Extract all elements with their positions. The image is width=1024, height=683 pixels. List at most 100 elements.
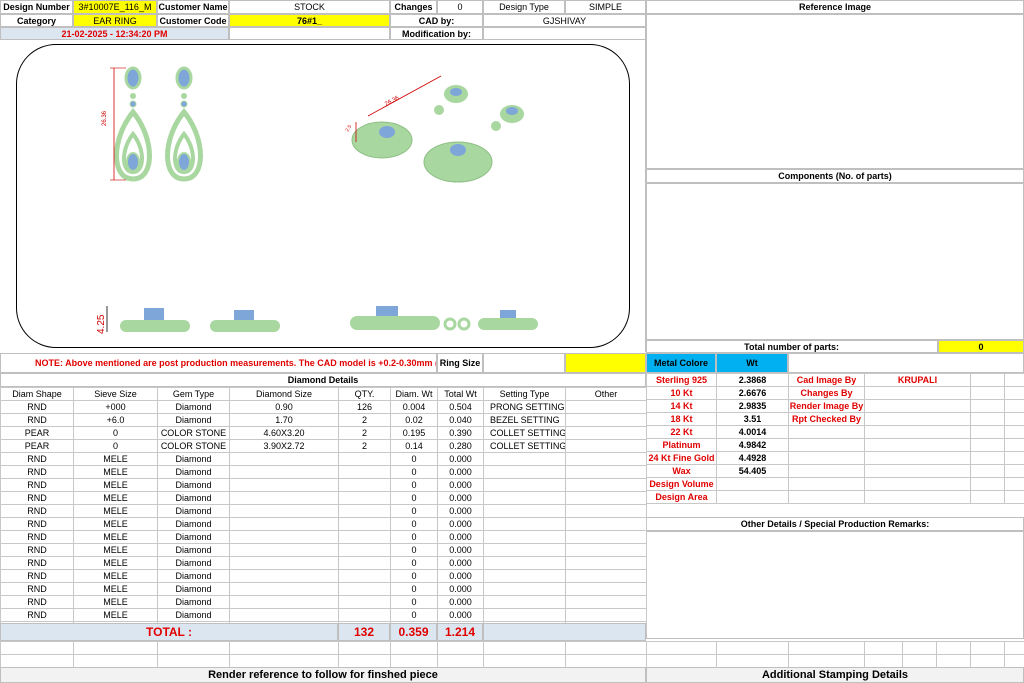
- diamond-cell[interactable]: MELE: [73, 595, 158, 609]
- diamond-cell[interactable]: 0.000: [437, 582, 484, 596]
- diamond-cell[interactable]: COLOR STONE: [157, 439, 230, 453]
- diamond-cell[interactable]: [338, 452, 391, 466]
- diamond-cell[interactable]: [483, 491, 566, 505]
- diamond-cell[interactable]: [229, 491, 339, 505]
- diamond-cell[interactable]: 0.040: [437, 413, 484, 427]
- category-value[interactable]: EAR RING: [73, 14, 157, 27]
- diamond-cell[interactable]: RND: [0, 452, 74, 466]
- diamond-cell[interactable]: [338, 608, 391, 622]
- diamond-cell[interactable]: Diamond: [157, 400, 230, 414]
- diamond-cell[interactable]: 0.000: [437, 530, 484, 544]
- diamond-cell[interactable]: 1.70: [229, 413, 339, 427]
- diamond-cell[interactable]: Diamond: [157, 517, 230, 531]
- diamond-cell[interactable]: 126: [338, 400, 391, 414]
- diamond-cell[interactable]: MELE: [73, 543, 158, 557]
- diamond-cell[interactable]: [565, 439, 647, 453]
- diamond-cell[interactable]: [483, 517, 566, 531]
- diamond-cell[interactable]: [565, 478, 647, 492]
- diamond-cell[interactable]: [229, 517, 339, 531]
- diamond-cell[interactable]: MELE: [73, 478, 158, 492]
- diamond-cell[interactable]: 0: [390, 491, 438, 505]
- diamond-cell[interactable]: [483, 504, 566, 518]
- diamond-cell[interactable]: Diamond: [157, 530, 230, 544]
- diamond-cell[interactable]: 0.004: [390, 400, 438, 414]
- diamond-cell[interactable]: 0: [390, 595, 438, 609]
- diamond-cell[interactable]: [565, 517, 647, 531]
- diamond-cell[interactable]: [565, 556, 647, 570]
- diamond-cell[interactable]: 0: [390, 556, 438, 570]
- diamond-cell[interactable]: MELE: [73, 530, 158, 544]
- diamond-cell[interactable]: 0: [390, 569, 438, 583]
- diamond-cell[interactable]: [565, 582, 647, 596]
- diamond-cell[interactable]: 2: [338, 426, 391, 440]
- diamond-cell[interactable]: RND: [0, 556, 74, 570]
- diamond-cell[interactable]: [483, 595, 566, 609]
- diamond-cell[interactable]: RND: [0, 400, 74, 414]
- diamond-cell[interactable]: 0: [390, 478, 438, 492]
- diamond-cell[interactable]: 0: [73, 426, 158, 440]
- customer-code-value[interactable]: 76#1_: [229, 14, 390, 27]
- diamond-cell[interactable]: Diamond: [157, 556, 230, 570]
- ring-size-value[interactable]: [483, 353, 565, 373]
- diamond-cell[interactable]: RND: [0, 517, 74, 531]
- diamond-cell[interactable]: 0.000: [437, 595, 484, 609]
- design-type-value[interactable]: SIMPLE: [565, 0, 646, 14]
- diamond-cell[interactable]: 0: [390, 452, 438, 466]
- diamond-cell[interactable]: MELE: [73, 491, 158, 505]
- diamond-cell[interactable]: RND: [0, 569, 74, 583]
- diamond-cell[interactable]: Diamond: [157, 608, 230, 622]
- diamond-cell[interactable]: RND: [0, 413, 74, 427]
- diamond-cell[interactable]: [229, 556, 339, 570]
- diamond-cell[interactable]: [338, 543, 391, 557]
- diamond-cell[interactable]: 0: [390, 582, 438, 596]
- diamond-cell[interactable]: RND: [0, 595, 74, 609]
- diamond-cell[interactable]: MELE: [73, 569, 158, 583]
- diamond-cell[interactable]: [229, 608, 339, 622]
- diamond-cell[interactable]: 0.000: [437, 465, 484, 479]
- diamond-cell[interactable]: [565, 569, 647, 583]
- diamond-cell[interactable]: 0: [390, 504, 438, 518]
- diamond-cell[interactable]: [229, 452, 339, 466]
- modification-by-value[interactable]: [483, 27, 646, 40]
- customer-name-value[interactable]: STOCK: [229, 0, 390, 14]
- diamond-cell[interactable]: 0.000: [437, 543, 484, 557]
- diamond-cell[interactable]: MELE: [73, 608, 158, 622]
- diamond-cell[interactable]: [565, 504, 647, 518]
- diamond-cell[interactable]: [483, 608, 566, 622]
- diamond-cell[interactable]: [483, 478, 566, 492]
- diamond-cell[interactable]: RND: [0, 608, 74, 622]
- diamond-cell[interactable]: [565, 543, 647, 557]
- diamond-cell[interactable]: [338, 582, 391, 596]
- diamond-cell[interactable]: 0.504: [437, 400, 484, 414]
- ring-size-extra[interactable]: [565, 353, 646, 373]
- diamond-cell[interactable]: 0.000: [437, 478, 484, 492]
- design-number-value[interactable]: 3#10007E_116_M: [73, 0, 157, 14]
- diamond-cell[interactable]: [338, 478, 391, 492]
- diamond-cell[interactable]: [565, 595, 647, 609]
- diamond-cell[interactable]: Diamond: [157, 491, 230, 505]
- other-details-area[interactable]: [646, 531, 1024, 639]
- diamond-cell[interactable]: [229, 530, 339, 544]
- diamond-cell[interactable]: 0.000: [437, 452, 484, 466]
- diamond-cell[interactable]: Diamond: [157, 465, 230, 479]
- diamond-cell[interactable]: [483, 530, 566, 544]
- diamond-cell[interactable]: Diamond: [157, 569, 230, 583]
- diamond-cell[interactable]: [483, 569, 566, 583]
- diamond-cell[interactable]: 0.000: [437, 556, 484, 570]
- diamond-cell[interactable]: RND: [0, 582, 74, 596]
- diamond-cell[interactable]: 0.14: [390, 439, 438, 453]
- diamond-cell[interactable]: RND: [0, 543, 74, 557]
- diamond-cell[interactable]: [229, 595, 339, 609]
- diamond-cell[interactable]: [338, 465, 391, 479]
- diamond-cell[interactable]: [229, 582, 339, 596]
- diamond-cell[interactable]: RND: [0, 504, 74, 518]
- diamond-cell[interactable]: [338, 491, 391, 505]
- diamond-cell[interactable]: RND: [0, 478, 74, 492]
- diamond-cell[interactable]: PEAR: [0, 426, 74, 440]
- diamond-cell[interactable]: [338, 530, 391, 544]
- diamond-cell[interactable]: +000: [73, 400, 158, 414]
- diamond-cell[interactable]: 0.000: [437, 569, 484, 583]
- diamond-cell[interactable]: COLOR STONE: [157, 426, 230, 440]
- diamond-cell[interactable]: 2: [338, 413, 391, 427]
- diamond-cell[interactable]: 0: [73, 439, 158, 453]
